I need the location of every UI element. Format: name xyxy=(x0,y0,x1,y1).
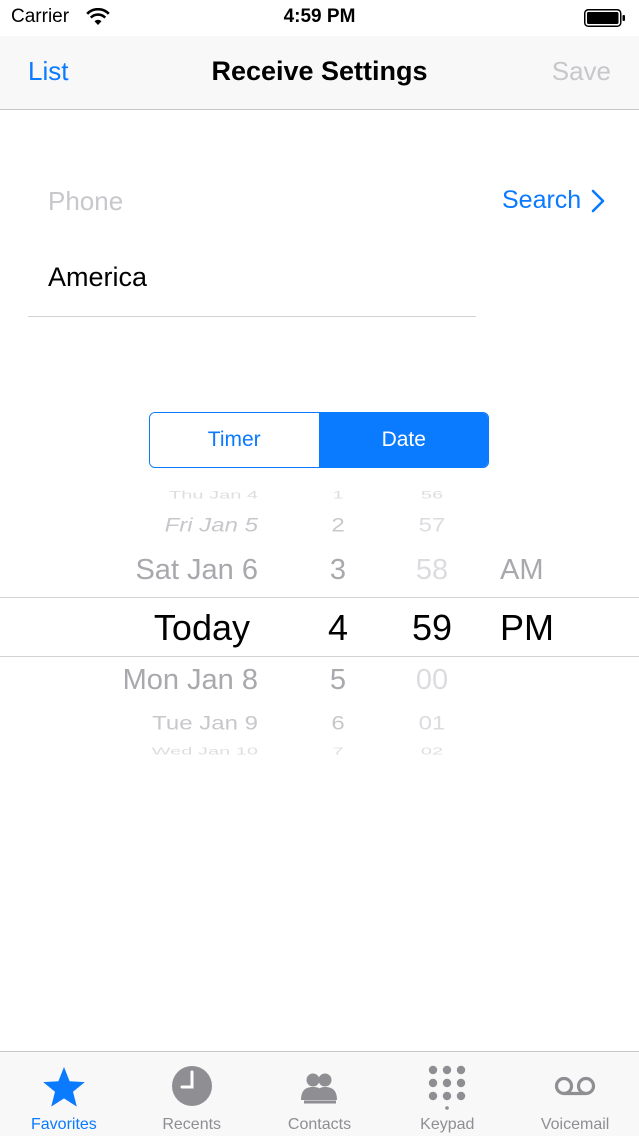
search-button[interactable]: Search xyxy=(502,186,605,215)
picker-minute-option[interactable]: 01 xyxy=(419,713,446,735)
navigation-bar: List Receive Settings Save xyxy=(0,36,639,110)
picker-minute-option[interactable]: 56 xyxy=(421,489,443,502)
mode-segmented-control: Timer Date xyxy=(149,412,489,468)
tab-label: Voicemail xyxy=(540,1116,610,1133)
picker-minute-option[interactable]: 58 xyxy=(416,554,448,587)
picker-minute-option[interactable]: 57 xyxy=(419,515,446,537)
tab-favorites[interactable]: Favorites xyxy=(0,1052,128,1136)
picker-hour-option[interactable]: 3 xyxy=(330,554,346,587)
picker-hour-option[interactable]: 1 xyxy=(332,489,343,502)
segment-timer[interactable]: Timer xyxy=(150,413,320,467)
picker-hour-option[interactable]: 2 xyxy=(331,515,344,537)
keypad-icon xyxy=(429,1065,466,1110)
picker-minute-column[interactable]: 56 57 58 59 00 01 02 xyxy=(392,486,472,758)
star-icon xyxy=(43,1067,85,1107)
tab-voicemail[interactable]: Voicemail xyxy=(511,1052,639,1136)
picker-ampm-column[interactable]: AM PM xyxy=(500,486,600,758)
picker-hour-option[interactable]: 6 xyxy=(331,713,344,735)
status-time: 4:59 PM xyxy=(283,6,356,27)
page-title: Receive Settings xyxy=(211,56,428,86)
tab-bar: Favorites Recents Contacts Keypad Voicem… xyxy=(0,1051,639,1136)
phone-label: Phone xyxy=(48,186,124,216)
picker-hour-option[interactable]: 7 xyxy=(332,746,343,758)
chevron-right-icon xyxy=(591,189,605,212)
tab-keypad[interactable]: Keypad xyxy=(383,1052,511,1136)
search-button-label: Search xyxy=(502,186,582,214)
country-field[interactable] xyxy=(48,262,468,293)
picker-day-option[interactable]: Tue Jan 9 xyxy=(152,713,258,735)
battery-icon xyxy=(584,9,625,27)
clock-icon xyxy=(171,1066,212,1106)
contacts-icon xyxy=(301,1073,338,1104)
picker-ampm-selected[interactable]: PM xyxy=(500,607,554,649)
picker-hour-selected[interactable]: 4 xyxy=(328,607,348,649)
picker-day-option[interactable]: Sat Jan 6 xyxy=(135,554,258,587)
picker-hour-column[interactable]: 1 2 3 4 5 6 7 xyxy=(308,486,368,758)
voicemail-icon xyxy=(554,1076,596,1096)
picker-day-option[interactable]: Mon Jan 8 xyxy=(123,664,258,697)
tab-recents[interactable]: Recents xyxy=(128,1052,256,1136)
picker-ampm-option[interactable]: AM xyxy=(500,554,544,587)
picker-day-selected[interactable]: Today xyxy=(154,607,250,649)
picker-hour-option[interactable]: 5 xyxy=(330,664,346,697)
tab-label: Keypad xyxy=(420,1116,475,1133)
picker-minute-option[interactable]: 00 xyxy=(416,664,448,697)
date-time-picker[interactable]: Thu Jan 4 Fri Jan 5 Sat Jan 6 Today Mon … xyxy=(0,486,639,758)
tab-label: Contacts xyxy=(287,1116,352,1133)
picker-day-option[interactable]: Fri Jan 5 xyxy=(165,515,258,537)
picker-day-option[interactable]: Wed Jan 10 xyxy=(152,746,258,758)
segment-date[interactable]: Date xyxy=(319,413,488,467)
status-bar: Carrier 4:59 PM xyxy=(0,0,639,36)
picker-day-column[interactable]: Thu Jan 4 Fri Jan 5 Sat Jan 6 Today Mon … xyxy=(0,486,258,758)
save-button[interactable]: Save xyxy=(552,56,611,87)
picker-minute-option[interactable]: 02 xyxy=(421,746,443,758)
tab-label: Favorites xyxy=(31,1116,97,1133)
picker-day-option[interactable]: Thu Jan 4 xyxy=(169,489,258,502)
picker-minute-selected[interactable]: 59 xyxy=(412,607,452,649)
tab-contacts[interactable]: Contacts xyxy=(256,1052,384,1136)
field-divider xyxy=(28,316,476,317)
tab-label: Recents xyxy=(162,1116,222,1133)
